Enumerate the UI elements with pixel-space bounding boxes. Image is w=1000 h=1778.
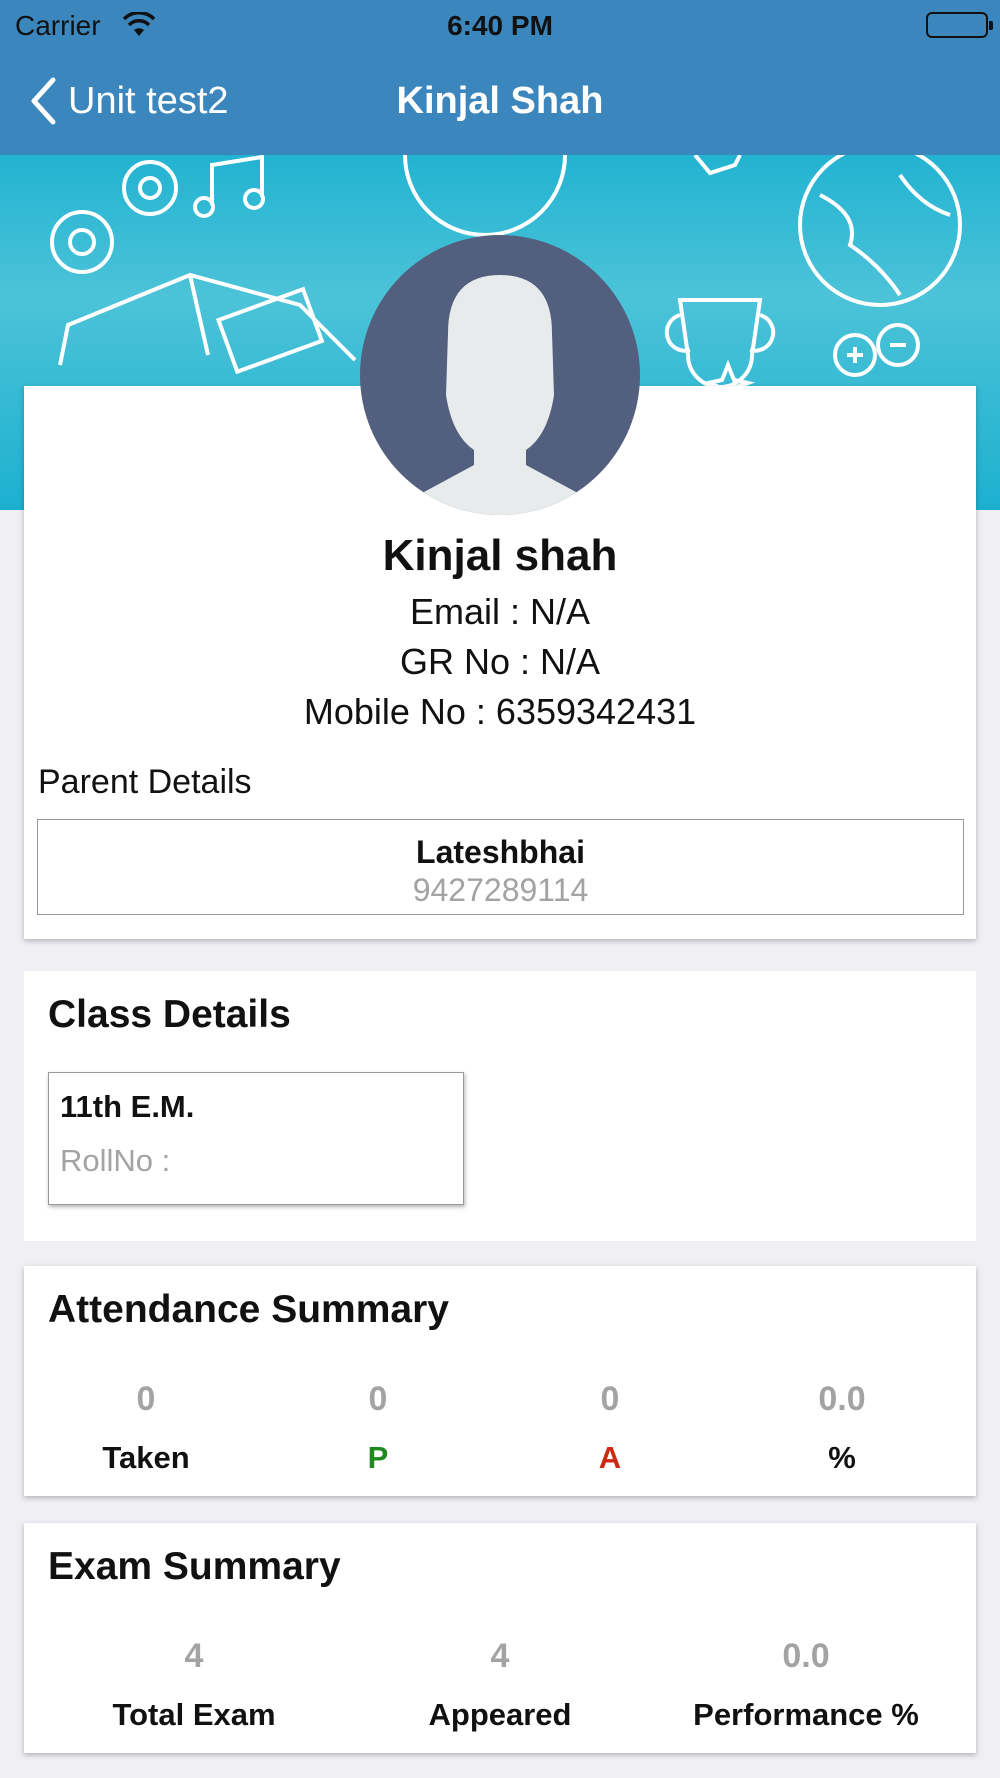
parent-details-heading: Parent Details [38, 763, 252, 801]
attendance-absent-label: A [598, 1440, 622, 1475]
attendance-taken-value: 0 [136, 1380, 156, 1418]
mobile-number-text[interactable]: Mobile No : 6359342431 [24, 691, 976, 733]
attendance-summary-card: Attendance Summary 0 Taken 0 P 0 A 0.0 % [24, 1266, 976, 1496]
attendance-percent-label: % [828, 1440, 856, 1475]
exam-summary-heading: Exam Summary [48, 1545, 341, 1588]
exam-summary-card: Exam Summary 4 Total Exam 4 Appeared 0.0… [24, 1523, 976, 1753]
exam-performance-label: Performance % [693, 1697, 919, 1732]
attendance-present-label: P [367, 1440, 389, 1475]
parent-details-box[interactable]: Lateshbhai 9427289114 [37, 819, 964, 915]
attendance-taken-label: Taken [102, 1440, 190, 1475]
exam-total: 4 Total Exam [64, 1637, 324, 1732]
status-bar: Carrier 6:40 PM [0, 0, 1000, 50]
gr-number-text: GR No : N/A [399, 641, 601, 682]
class-details-heading: Class Details [48, 993, 291, 1036]
attendance-present-value: 0 [368, 1380, 388, 1418]
attendance-present: 0 P [278, 1380, 478, 1475]
navigation-bar: Unit test2 Kinjal Shah [0, 50, 1000, 155]
exam-appeared-value: 4 [490, 1637, 510, 1675]
attendance-absent-value: 0 [600, 1380, 620, 1418]
exam-appeared: 4 Appeared [370, 1637, 630, 1732]
top-bar: Carrier 6:40 PM Unit test2 Kinjal Shah [0, 0, 1000, 155]
email-text: Email : N/A [409, 591, 591, 632]
exam-performance-value: 0.0 [782, 1637, 830, 1675]
attendance-percent: 0.0 % [742, 1380, 942, 1475]
exam-performance: 0.0 Performance % [676, 1637, 936, 1732]
parent-phone: 9427289114 [412, 872, 589, 908]
status-time: 6:40 PM [447, 10, 553, 41]
class-item[interactable]: 11th E.M. RollNo : [48, 1072, 464, 1205]
attendance-percent-value: 0.0 [818, 1380, 866, 1418]
attendance-summary-heading: Attendance Summary [48, 1288, 449, 1331]
avatar [360, 235, 640, 515]
battery-icon [926, 12, 993, 38]
student-name: Kinjal shah [382, 531, 618, 580]
person-silhouette-icon [400, 275, 600, 515]
exam-total-value: 4 [184, 1637, 204, 1675]
class-name: 11th E.M. [60, 1089, 195, 1124]
page-title: Kinjal Shah [396, 80, 604, 122]
roll-number: RollNo : [60, 1143, 171, 1178]
exam-total-label: Total Exam [112, 1697, 276, 1732]
attendance-absent: 0 A [510, 1380, 710, 1475]
attendance-taken: 0 Taken [46, 1380, 246, 1475]
class-details-card: Class Details 11th E.M. RollNo : [24, 971, 976, 1241]
exam-appeared-label: Appeared [428, 1697, 572, 1732]
parent-name: Lateshbhai [416, 834, 585, 870]
